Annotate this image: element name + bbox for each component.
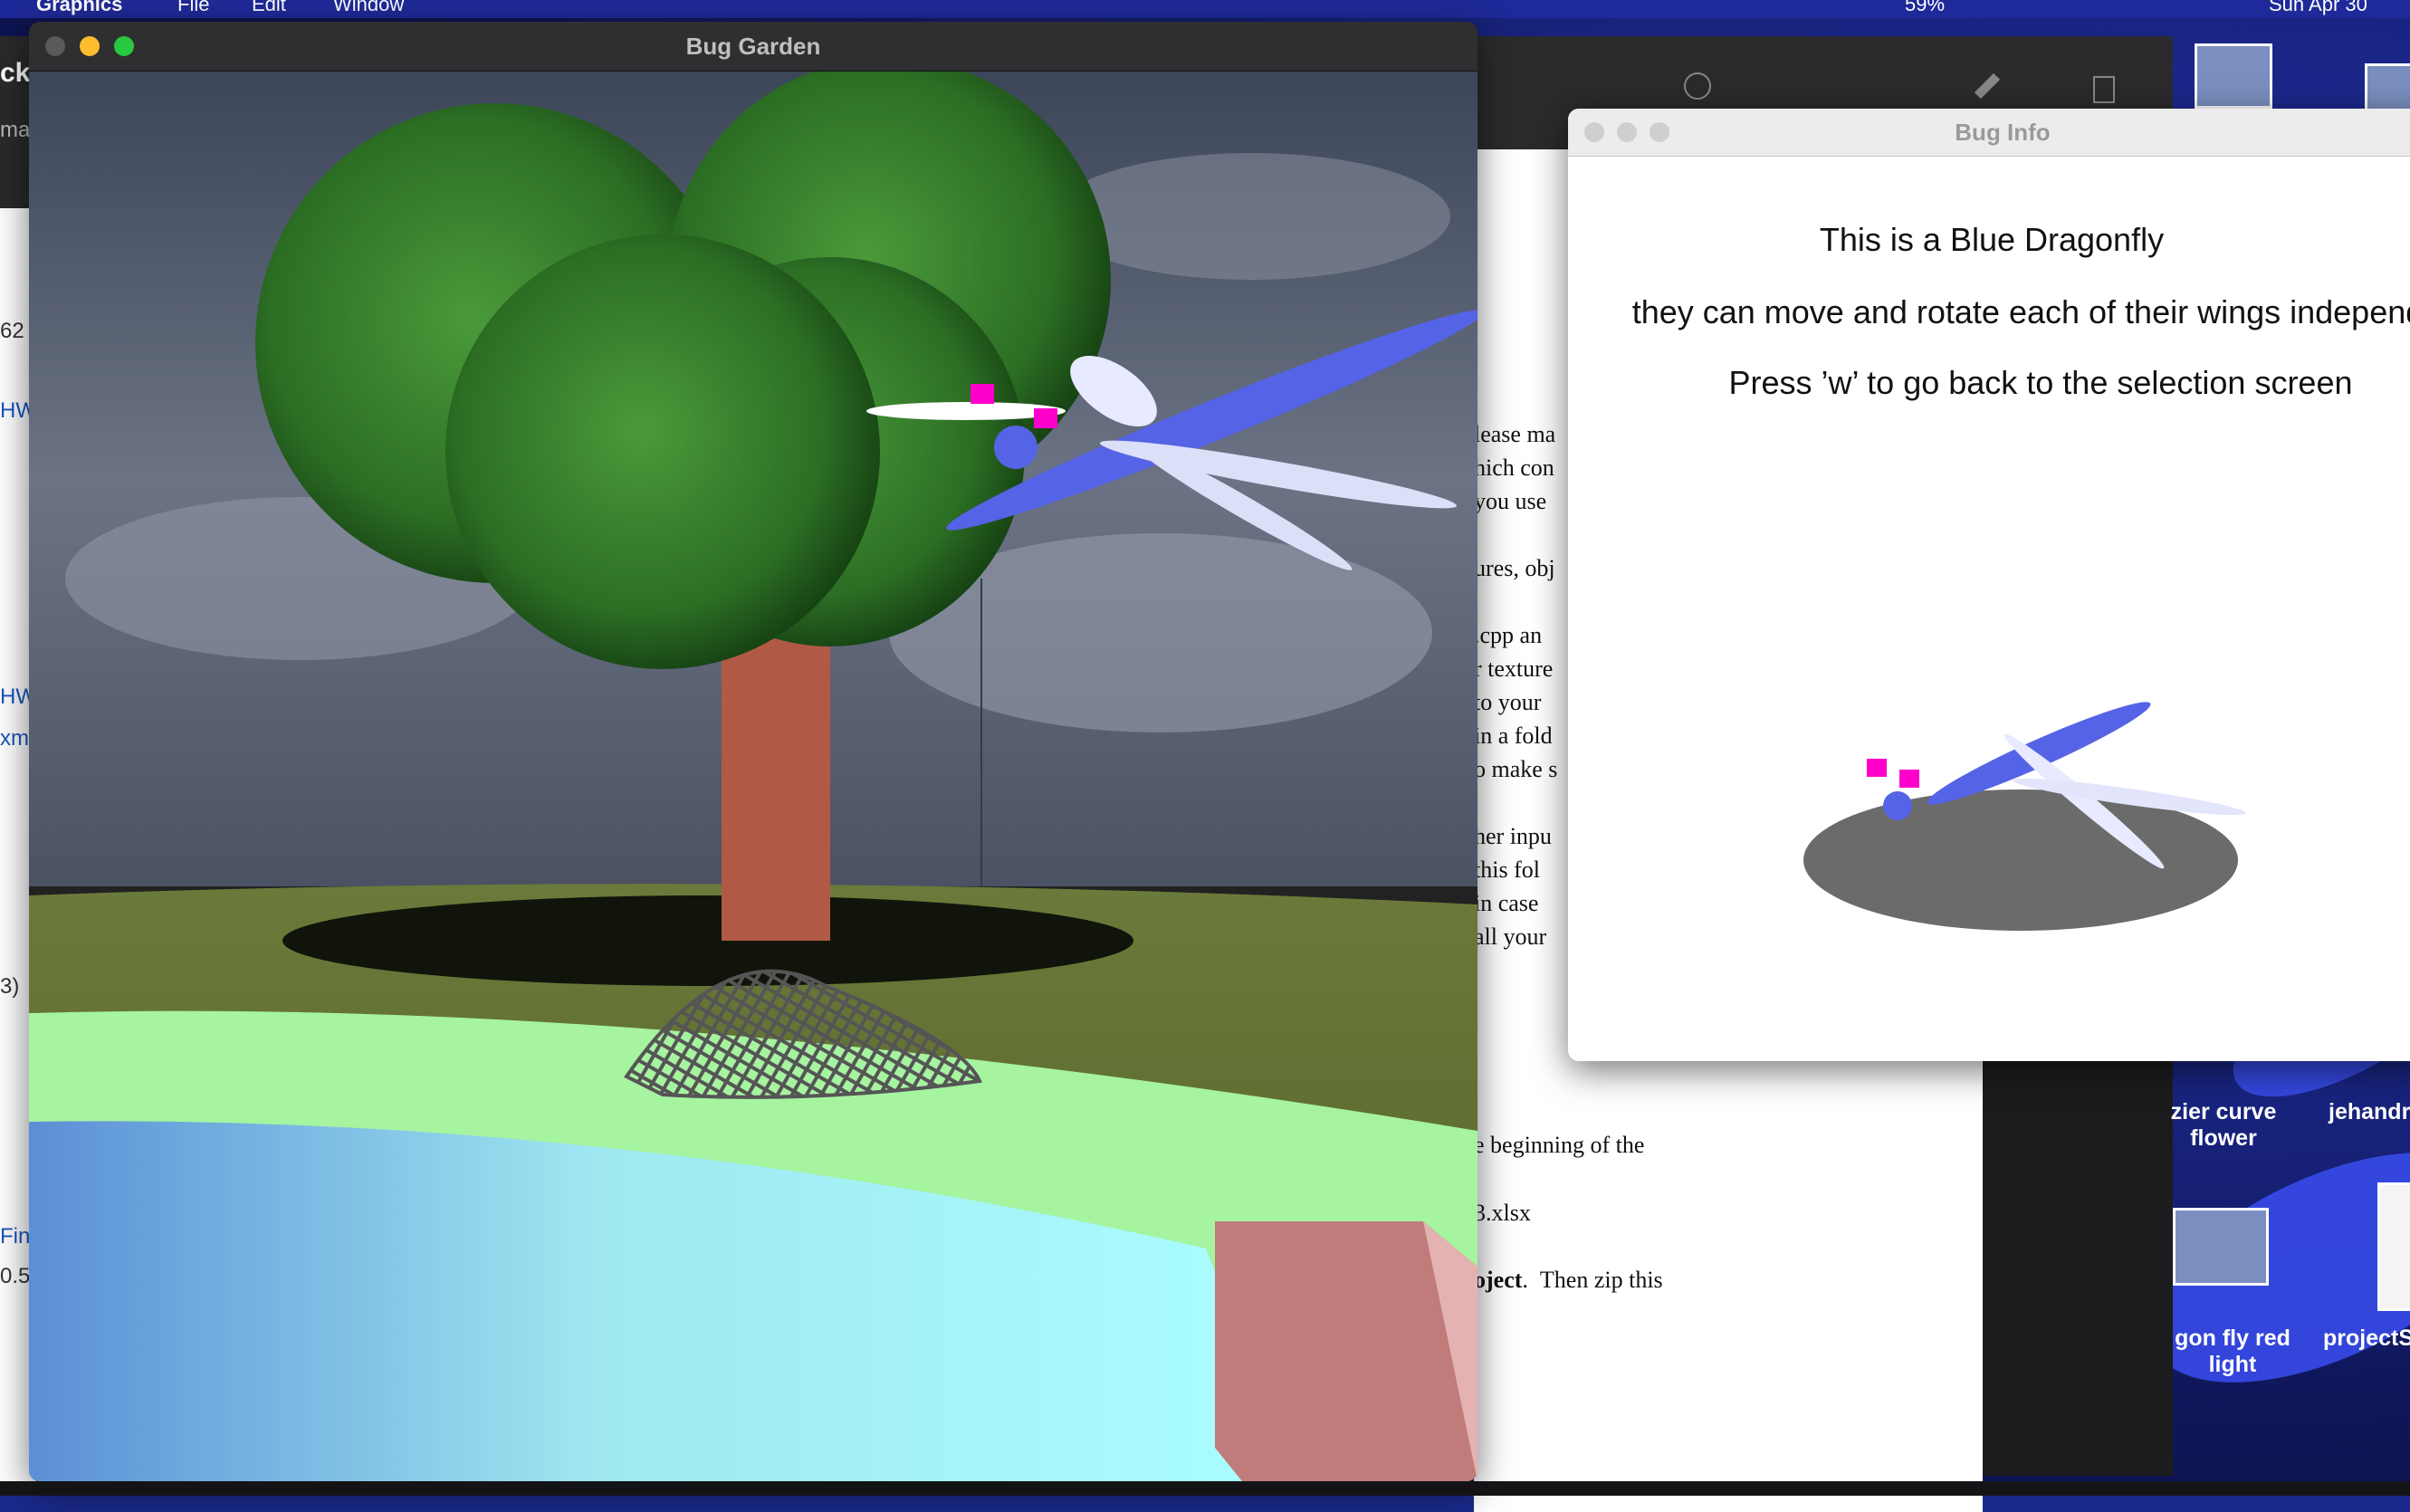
tree-shadow xyxy=(282,895,1133,986)
doc-line: in a fold xyxy=(1474,723,1553,749)
bug-garden-window[interactable]: Bug Garden xyxy=(29,22,1478,1481)
desktop-thumbnail[interactable] xyxy=(2195,43,2272,109)
garden-3d-scene[interactable] xyxy=(29,72,1478,1481)
garden-title: Bug Garden xyxy=(685,33,821,60)
left-fragment: 0.5 xyxy=(0,1264,31,1288)
preview-platform xyxy=(1803,789,2238,931)
doc-line: her inpu xyxy=(1474,823,1552,849)
doc-line: hich con xyxy=(1474,455,1554,481)
desktop-thumbnail[interactable] xyxy=(2377,1182,2410,1311)
left-fragment: 62 xyxy=(0,319,24,343)
menu-window[interactable]: Window xyxy=(333,0,404,16)
desktop-thumbnail[interactable] xyxy=(2173,1208,2269,1286)
dragonfly-eye xyxy=(1899,770,1919,788)
doc-line: this fol xyxy=(1474,856,1540,883)
doc-line: r texture xyxy=(1474,656,1554,682)
desktop-icon-label[interactable]: gon fly red light xyxy=(2169,1325,2296,1378)
garden-titlebar[interactable]: Bug Garden xyxy=(29,22,1478,72)
doc-line: oject. Then zip this xyxy=(1474,1267,1663,1293)
doc-line-tail: Then zip this xyxy=(1539,1267,1663,1293)
menu-bar: Graphics File Edit Window 59% Sun Apr 30 xyxy=(0,0,2410,18)
menu-file[interactable]: File xyxy=(177,0,209,16)
left-fragment[interactable]: xm xyxy=(0,726,29,751)
doc-line: to your xyxy=(1474,689,1542,715)
doc-line: o make s xyxy=(1474,756,1558,782)
dragonfly-eye xyxy=(1034,408,1057,428)
doc-line: 3.xlsx xyxy=(1474,1200,1531,1226)
dragonfly-eye xyxy=(1867,759,1887,777)
left-fragment[interactable]: Fin xyxy=(0,1224,30,1249)
tree-trunk xyxy=(722,615,830,941)
share-icon[interactable] xyxy=(1684,72,1711,100)
doc-line: .cpp an xyxy=(1474,622,1543,648)
desktop-icon-label[interactable]: projectS xyxy=(2323,1325,2410,1352)
menu-clock[interactable]: Sun Apr 30 xyxy=(2269,0,2367,16)
pen-icon[interactable] xyxy=(1974,72,2001,100)
tree-foliage xyxy=(445,234,880,669)
battery-percent[interactable]: 59% xyxy=(1905,0,1945,16)
doc-line: e beginning of the xyxy=(1474,1132,1645,1158)
bug-info-window[interactable]: Bug Info This is a Blue Dragonfly they c… xyxy=(1568,109,2410,1061)
left-fragment: ma xyxy=(0,118,31,142)
menu-edit[interactable]: Edit xyxy=(252,0,286,16)
desktop-icon-label[interactable]: jehandr xyxy=(2329,1099,2410,1125)
desktop-icon-label[interactable]: zier curve flower xyxy=(2169,1099,2278,1152)
dragonfly-eye xyxy=(971,384,994,404)
doc-line: you use xyxy=(1474,488,1547,514)
dock-strip xyxy=(0,1481,2410,1496)
dragonfly-body xyxy=(994,426,1038,469)
doc-line: ures, obj xyxy=(1474,555,1555,581)
doc-line: lease ma xyxy=(1474,421,1556,447)
doc-line: in case xyxy=(1474,890,1539,916)
document-icon[interactable] xyxy=(2093,76,2115,103)
cloud xyxy=(1052,153,1450,280)
info-dragonfly-preview xyxy=(1803,702,2246,931)
dragonfly-body xyxy=(1883,791,1912,820)
left-fragment: 3) xyxy=(0,974,20,999)
doc-bold-word: oject xyxy=(1474,1267,1523,1293)
menu-app-name[interactable]: Graphics xyxy=(36,0,122,16)
doc-line: all your xyxy=(1474,923,1547,950)
